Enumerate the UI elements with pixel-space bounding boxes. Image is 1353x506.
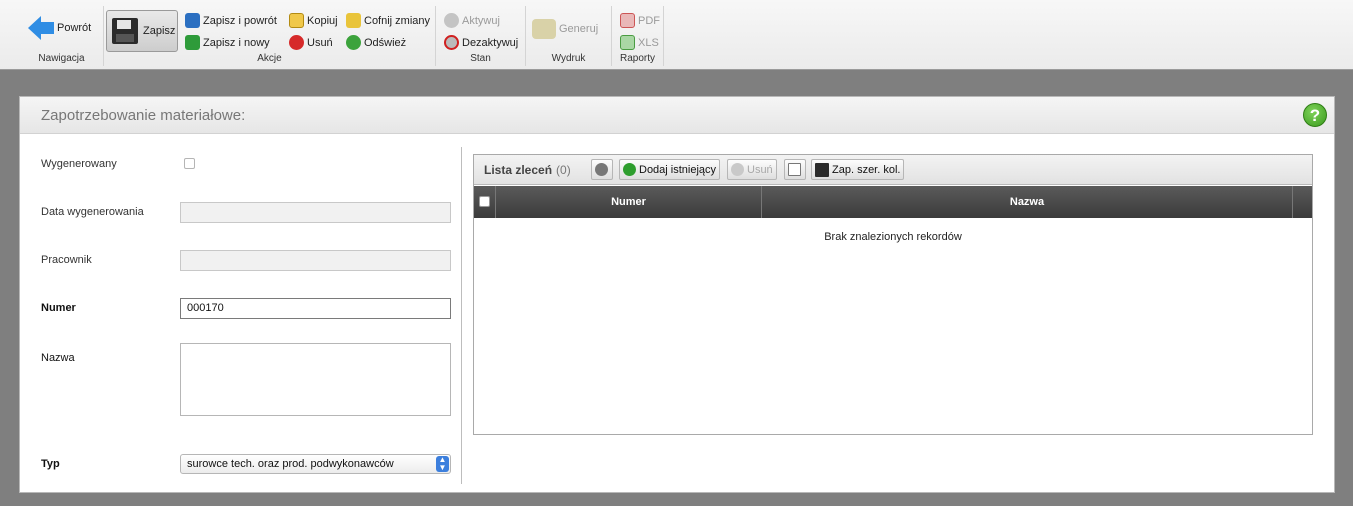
add-circle-icon [623, 163, 636, 176]
generate-label: Generuj [559, 23, 599, 35]
generated-checkbox[interactable] [184, 158, 195, 169]
select-all-cell [474, 186, 496, 218]
columns-icon [788, 163, 801, 176]
activate-button[interactable]: Aktywuj [444, 13, 500, 28]
name-textarea[interactable] [180, 343, 451, 416]
edit-columns-button[interactable] [591, 159, 613, 180]
undo-arrow-icon [346, 13, 361, 28]
save-button[interactable]: Zapisz [106, 10, 178, 52]
panel-title: Zapotrzebowanie materiałowe: [41, 107, 246, 124]
delete-label: Usuń [307, 36, 333, 49]
deactivate-icon [444, 35, 459, 50]
group-label-actions: Akcje [257, 53, 282, 64]
column-divider [461, 147, 462, 484]
pdf-report-button[interactable]: PDF [620, 13, 660, 28]
pdf-icon [620, 13, 635, 28]
generated-date-field [180, 202, 451, 223]
save-label: Zapisz [143, 25, 176, 37]
delete-icon [289, 35, 304, 50]
empty-message: Brak znalezionych rekordów [824, 231, 962, 243]
orders-count: (0) [556, 163, 571, 177]
orders-grid-title: Lista zleceń (0) [484, 163, 571, 177]
no-edit-icon [595, 163, 608, 176]
group-label-reports: Raporty [619, 53, 655, 64]
undo-label: Cofnij zmiany [364, 14, 431, 27]
deactivate-button[interactable]: Dezaktywuj [444, 35, 518, 50]
group-label-state: Stan [470, 53, 491, 64]
orders-title-text: Lista zleceń [484, 163, 553, 177]
type-select[interactable]: surowce tech. oraz prod. podwykonawców ▲… [180, 454, 451, 474]
group-label-print: Wydruk [551, 53, 586, 64]
save-and-new-label: Zapisz i nowy [203, 36, 270, 49]
save-and-back-label: Zapisz i powrót [203, 14, 277, 27]
select-updown-icon: ▲ ▼ [436, 456, 449, 472]
save-new-icon [185, 35, 200, 50]
floppy-disk-icon [112, 18, 138, 44]
save-column-widths-label: Zap. szer. kol. [832, 163, 901, 176]
xls-label: XLS [638, 36, 659, 49]
employee-label: Pracownik [41, 254, 92, 266]
add-existing-label: Dodaj istniejący [639, 163, 717, 176]
copy-icon [289, 13, 304, 28]
delete-button[interactable]: Usuń [289, 35, 333, 50]
refresh-button[interactable]: Odśwież [346, 35, 406, 50]
group-navigation: Powrót Nawigacja [20, 6, 104, 66]
type-label: Typ [41, 458, 60, 470]
gears-icon [532, 19, 556, 39]
refresh-icon [346, 35, 361, 50]
deactivate-label: Dezaktywuj [462, 36, 519, 49]
generate-button[interactable]: Generuj [532, 19, 598, 39]
pdf-label: PDF [638, 14, 660, 27]
orders-grid: Lista zleceń (0) Dodaj istniejący Usuń Za… [473, 154, 1313, 435]
save-and-back-button[interactable]: Zapisz i powrót [185, 13, 277, 28]
generated-date-label: Data wygenerowania [41, 206, 144, 218]
copy-label: Kopiuj [307, 14, 338, 27]
employee-field [180, 250, 451, 271]
form-panel: Zapotrzebowanie materiałowe: ? Wygenerow… [19, 96, 1335, 493]
back-button[interactable]: Powrót [28, 16, 91, 40]
column-header-name[interactable]: Nazwa [762, 186, 1293, 218]
copy-button[interactable]: Kopiuj [289, 13, 338, 28]
xls-report-button[interactable]: XLS [620, 35, 659, 50]
orders-grid-header: Numer Nazwa [474, 186, 1312, 218]
remove-circle-icon [731, 163, 744, 176]
save-back-icon [185, 13, 200, 28]
type-select-value: surowce tech. oraz prod. podwykonawców [187, 458, 394, 470]
xls-icon [620, 35, 635, 50]
columns-button[interactable] [784, 159, 806, 180]
floppy-disk-icon [815, 162, 829, 177]
refresh-label: Odśwież [364, 36, 407, 49]
back-label: Powrót [57, 22, 92, 34]
name-label: Nazwa [41, 352, 75, 364]
number-input[interactable]: 000170 [180, 298, 451, 319]
help-icon[interactable]: ? [1303, 103, 1327, 127]
number-label: Numer [41, 302, 76, 314]
panel-header: Zapotrzebowanie materiałowe: ? [20, 97, 1334, 134]
undo-button[interactable]: Cofnij zmiany [346, 13, 430, 28]
column-header-number[interactable]: Numer [496, 186, 762, 218]
ribbon-toolbar: Powrót Nawigacja Akcje Zapisz Zapisz i p… [0, 0, 1353, 70]
activate-label: Aktywuj [462, 14, 500, 27]
add-existing-button[interactable]: Dodaj istniejący [619, 159, 721, 180]
back-arrow-icon [28, 16, 54, 40]
orders-grid-toolbar: Lista zleceń (0) Dodaj istniejący Usuń Za… [474, 155, 1312, 185]
group-label-navigation: Nawigacja [38, 53, 85, 64]
save-and-new-button[interactable]: Zapisz i nowy [185, 35, 270, 50]
activate-icon [444, 13, 459, 28]
remove-order-button[interactable]: Usuń [727, 159, 777, 180]
save-column-widths-button[interactable]: Zap. szer. kol. [811, 159, 905, 180]
select-all-checkbox[interactable] [479, 196, 490, 207]
remove-order-label: Usuń [747, 163, 773, 176]
generated-label: Wygenerowany [41, 158, 117, 170]
